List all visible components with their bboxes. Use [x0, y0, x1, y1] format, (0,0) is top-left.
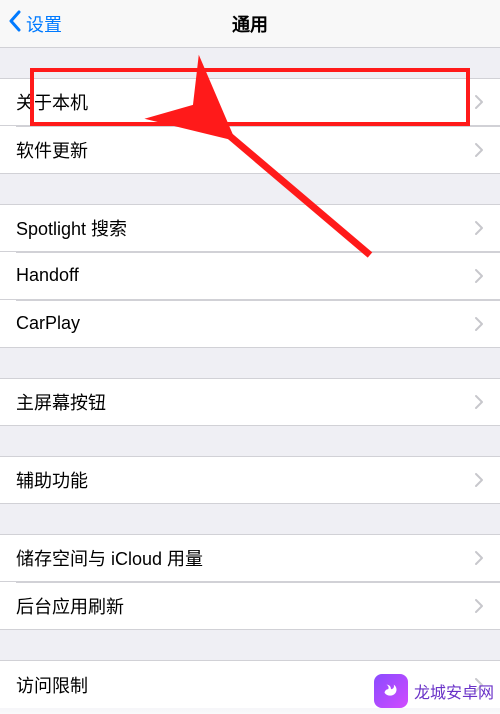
group-separator — [0, 504, 500, 534]
cell-label: 辅助功能 — [16, 467, 474, 493]
cell-accessibility[interactable]: 辅助功能 — [0, 456, 500, 504]
dragon-icon — [374, 674, 408, 708]
cell-software-update[interactable]: 软件更新 — [0, 126, 500, 174]
cell-label: 后台应用刷新 — [16, 593, 474, 619]
cell-about[interactable]: 关于本机 — [0, 78, 500, 126]
group-separator — [0, 48, 500, 78]
back-button[interactable]: 设置 — [8, 10, 62, 37]
chevron-right-icon — [474, 472, 484, 488]
group-separator — [0, 630, 500, 660]
cell-label: 储存空间与 iCloud 用量 — [16, 545, 474, 571]
cell-label: 软件更新 — [16, 137, 474, 163]
cell-background-refresh[interactable]: 后台应用刷新 — [0, 582, 500, 630]
page-title: 通用 — [0, 11, 500, 37]
cell-label: Handoff — [16, 265, 474, 286]
cell-label: 主屏幕按钮 — [16, 389, 474, 415]
chevron-right-icon — [474, 268, 484, 284]
watermark-text: 龙城安卓网 — [414, 679, 494, 703]
chevron-right-icon — [474, 94, 484, 110]
chevron-right-icon — [474, 394, 484, 410]
chevron-right-icon — [474, 598, 484, 614]
chevron-right-icon — [474, 316, 484, 332]
chevron-right-icon — [474, 550, 484, 566]
group-separator — [0, 426, 500, 456]
chevron-right-icon — [474, 142, 484, 158]
group-separator — [0, 348, 500, 378]
cell-carplay[interactable]: CarPlay — [0, 300, 500, 348]
chevron-right-icon — [474, 220, 484, 236]
cell-storage-icloud[interactable]: 储存空间与 iCloud 用量 — [0, 534, 500, 582]
cell-home-button[interactable]: 主屏幕按钮 — [0, 378, 500, 426]
cell-label: CarPlay — [16, 313, 474, 334]
back-label: 设置 — [26, 11, 62, 37]
chevron-left-icon — [8, 10, 22, 37]
watermark: 龙城安卓网 — [374, 674, 494, 708]
cell-handoff[interactable]: Handoff — [0, 252, 500, 300]
nav-bar: 设置 通用 — [0, 0, 500, 48]
cell-spotlight[interactable]: Spotlight 搜索 — [0, 204, 500, 252]
cell-label: 关于本机 — [16, 89, 474, 115]
group-separator — [0, 174, 500, 204]
cell-label: Spotlight 搜索 — [16, 215, 474, 241]
